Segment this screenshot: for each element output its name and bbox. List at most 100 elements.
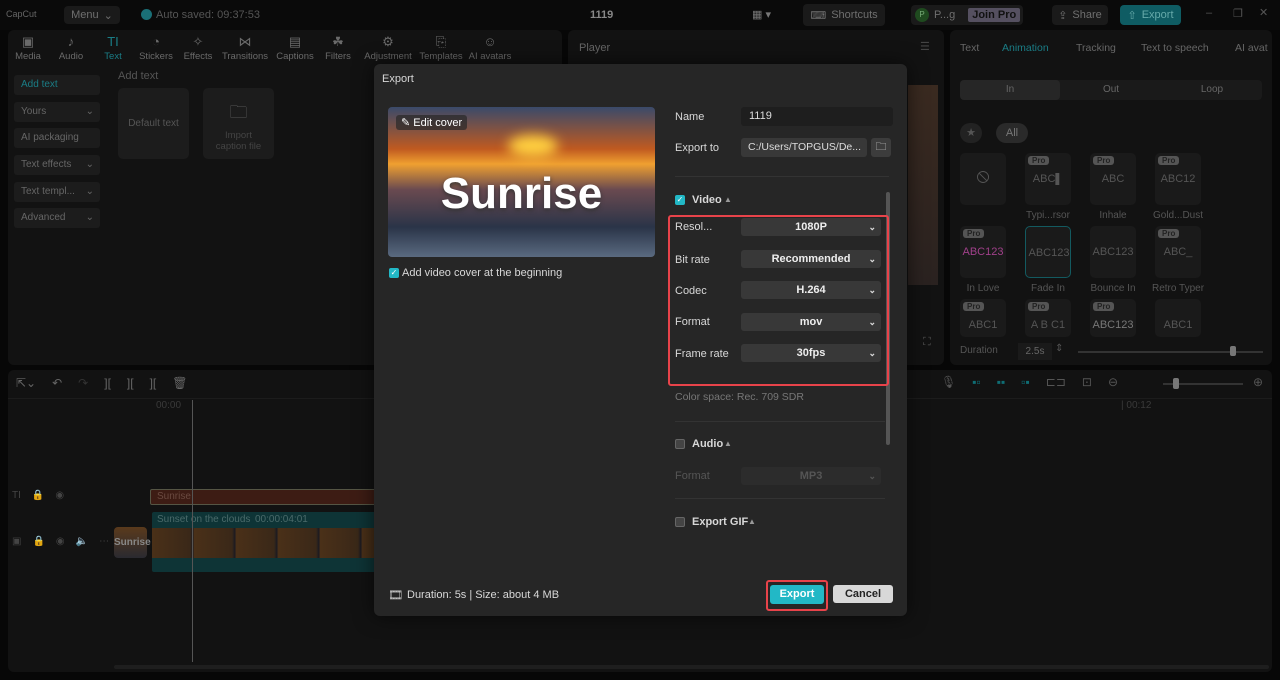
eye-icon[interactable]: ◉ — [55, 490, 64, 501]
duration-slider-handle[interactable] — [1230, 346, 1236, 356]
animation-item[interactable]: Pro ABC123 — [1090, 299, 1136, 337]
eye-icon[interactable]: ◉ — [56, 536, 65, 547]
sidebar-item-text-effects[interactable]: Text effects ⌄ — [14, 155, 100, 175]
cancel-button[interactable]: Cancel — [833, 585, 893, 603]
gif-checkbox[interactable] — [675, 517, 685, 527]
duration-input[interactable]: 2.5s — [1018, 343, 1052, 360]
tab-ai-avat[interactable]: AI avat — [1235, 42, 1268, 54]
animation-item[interactable]: Pro ABC123 — [960, 226, 1006, 278]
player-menu-icon[interactable]: ☰ — [920, 40, 930, 53]
maximize-icon[interactable]: ❐ — [1233, 7, 1243, 20]
time-start: 00:00 — [156, 400, 182, 411]
filter-all[interactable]: All — [996, 123, 1028, 143]
add-cover-checkbox[interactable]: ✓ — [389, 268, 399, 278]
codec-select[interactable]: H.264 ⌄ — [741, 281, 881, 299]
animation-item[interactable]: Pro ABC12 — [1155, 153, 1201, 205]
export-path-input[interactable]: C:/Users/TOPGUS/De... — [741, 138, 867, 157]
animation-item[interactable]: Pro ABC_ — [1155, 226, 1201, 278]
sidebar-item-ai-packaging[interactable]: AI packaging — [14, 128, 100, 148]
animation-item[interactable]: Pro ABC1 — [960, 299, 1006, 337]
animation-item[interactable]: Pro ABC — [1090, 153, 1136, 205]
zoom-slider-handle[interactable] — [1173, 378, 1179, 389]
split-icon[interactable]: ][ — [104, 376, 111, 390]
split-right-icon[interactable]: ][ — [150, 376, 157, 390]
format-select[interactable]: mov ⌄ — [741, 313, 881, 331]
magnet-icon[interactable]: ▪▫ — [972, 375, 981, 389]
sidebar-item-text-templ-[interactable]: Text templ... ⌄ — [14, 182, 100, 202]
video-checkbox[interactable]: ✓ — [675, 195, 685, 205]
tool-ai-avatars[interactable]: ☺ AI avatars — [465, 34, 515, 62]
sidebar-item-yours[interactable]: Yours ⌄ — [14, 102, 100, 122]
animation-item[interactable]: ABC123 — [1090, 226, 1136, 278]
stepper-icon[interactable]: ⇕ — [1055, 343, 1063, 354]
audio-format-select[interactable]: MP3 ⌄ — [741, 467, 881, 485]
sidebar-item-advanced[interactable]: Advanced ⌄ — [14, 208, 100, 228]
edit-cover-button[interactable]: ✎ Edit cover — [396, 115, 468, 130]
expand-icon[interactable]: ▲ — [724, 439, 732, 448]
subtab-loop[interactable]: Loop — [1162, 80, 1262, 100]
import-caption-tile[interactable]: 🗀 Import caption file — [203, 88, 274, 159]
lock-icon[interactable]: 🔒 — [32, 536, 44, 547]
resolution-select[interactable]: 1080P ⌄ — [741, 218, 881, 236]
text-track-icon: TI — [12, 490, 21, 501]
menu-button[interactable]: Menu ⌄ — [64, 6, 120, 24]
default-text-tile[interactable]: Default text — [118, 88, 189, 159]
redo-icon[interactable]: ↷ — [78, 376, 88, 390]
layout-icon[interactable]: ▦ ▾ — [752, 8, 771, 21]
tool-filters[interactable]: ☘ Filters — [313, 34, 363, 62]
tool-adjustment[interactable]: ⚙ Adjustment — [363, 34, 413, 62]
export-top-button[interactable]: ⇧ Export — [1120, 5, 1181, 25]
name-input[interactable]: 1119 — [741, 107, 893, 126]
folder-browse-button[interactable]: 🗀 — [871, 138, 891, 157]
minimize-icon[interactable]: – — [1206, 7, 1212, 19]
preview-axis-icon[interactable]: ▫▪ — [1021, 375, 1030, 389]
subtab-out[interactable]: Out — [1061, 80, 1161, 100]
tool-effects[interactable]: ✧ Effects — [173, 34, 223, 62]
animation-item[interactable]: ABC123 — [1025, 226, 1071, 278]
expand-icon[interactable]: ▲ — [748, 517, 756, 526]
tab-tracking[interactable]: Tracking — [1076, 42, 1116, 54]
zoom-out-icon[interactable]: ⊖ — [1108, 375, 1118, 389]
lock-icon[interactable]: 🔒 — [32, 490, 44, 501]
subtab-in[interactable]: In — [960, 80, 1060, 100]
select-tool-icon[interactable]: ⇱⌄ — [16, 376, 36, 390]
animation-item[interactable]: Pro A B C1 — [1025, 299, 1071, 337]
zoom-in-icon[interactable]: ⊕ — [1253, 375, 1263, 389]
export-button[interactable]: Export — [770, 585, 824, 604]
cover-thumbnail[interactable]: Sunrise — [114, 527, 151, 558]
link-icon[interactable]: ▪▪ — [997, 375, 1006, 389]
text-clip[interactable]: Sunrise — [150, 489, 380, 505]
tab-text-to-speech[interactable]: Text to speech — [1141, 42, 1209, 54]
animation-item[interactable]: Pro ABC▌ — [1025, 153, 1071, 205]
animation-item[interactable]: ABC1 — [1155, 299, 1201, 337]
export-top-label: Export — [1141, 9, 1174, 21]
playhead[interactable] — [192, 400, 193, 662]
share-button[interactable]: ⇪ Share — [1052, 5, 1108, 25]
framerate-select[interactable]: 30fps ⌄ — [741, 344, 881, 362]
align-icon[interactable]: ⊏⊐ — [1046, 375, 1066, 389]
mute-icon[interactable]: 🔈 — [76, 536, 88, 547]
animation-item[interactable]: ⦸ — [960, 153, 1006, 205]
video-clip[interactable]: Sunset on the clouds 00:00:04:01 — [152, 512, 380, 572]
tool-transitions[interactable]: ⋈ Transitions — [220, 34, 270, 62]
close-icon[interactable]: ✕ — [1259, 6, 1268, 19]
zoom-fit-icon[interactable]: ⊡ — [1082, 375, 1092, 389]
microphone-icon[interactable]: 🎙 — [941, 375, 956, 389]
fullscreen-icon[interactable]: ⛶ — [923, 336, 931, 349]
join-pro-button[interactable]: Join Pro — [968, 8, 1021, 22]
tool-templates[interactable]: ⎘ Templates — [416, 34, 466, 62]
timeline-scrollbar[interactable] — [114, 665, 1269, 669]
audio-checkbox[interactable] — [675, 439, 685, 449]
delete-icon[interactable]: 🗑 — [172, 376, 187, 390]
split-left-icon[interactable]: ][ — [127, 376, 134, 390]
more-icon[interactable]: ⋯ — [99, 536, 109, 547]
sidebar-item-add-text[interactable]: Add text — [14, 75, 100, 95]
favorites-icon[interactable]: ★ — [960, 123, 982, 143]
bitrate-select[interactable]: Recommended ⌄ — [741, 250, 881, 268]
user-area[interactable]: P P...g Join Pro — [911, 5, 1023, 25]
shortcuts-button[interactable]: ⌨ Shortcuts — [803, 4, 885, 26]
collapse-icon[interactable]: ▲ — [724, 195, 732, 204]
tab-animation[interactable]: Animation — [1002, 42, 1049, 54]
undo-icon[interactable]: ↶ — [52, 376, 62, 390]
tab-text[interactable]: Text — [960, 42, 979, 54]
